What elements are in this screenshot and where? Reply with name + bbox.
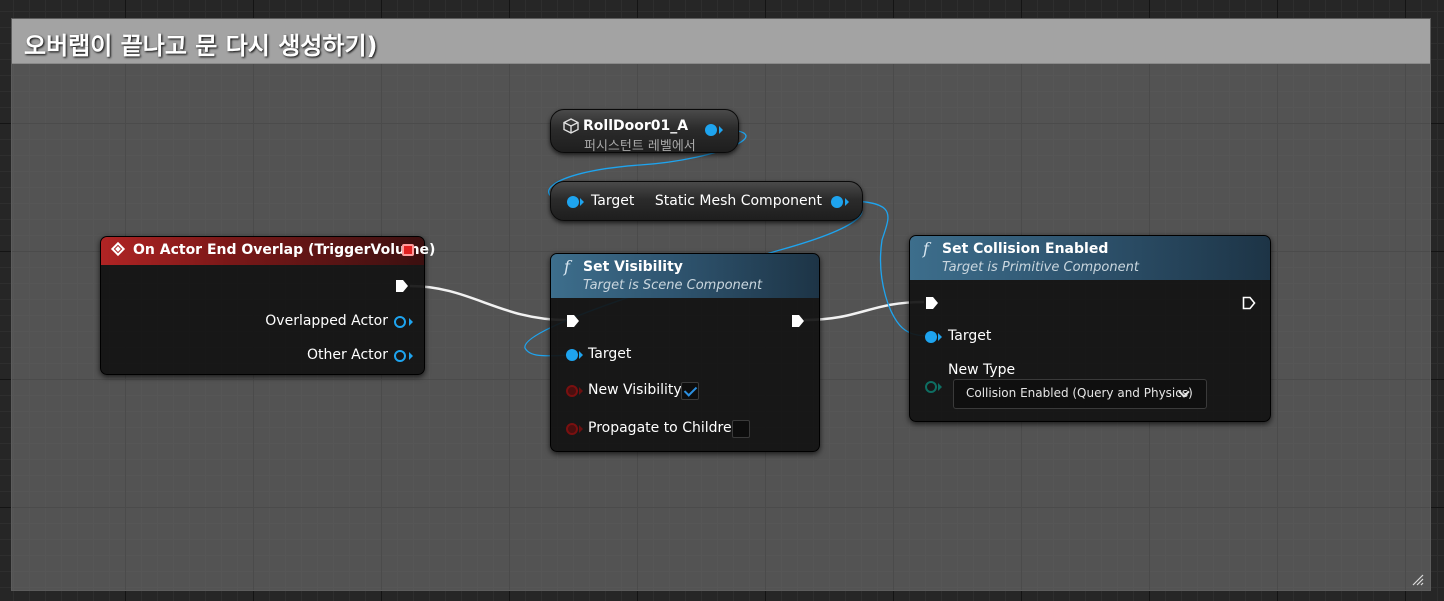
set-collision-enabled-node[interactable]: f Set Collision Enabled Target is Primit… [909, 235, 1271, 422]
new-visibility-checkbox[interactable] [681, 382, 699, 400]
propagate-to-children-pin[interactable] [566, 423, 578, 435]
new-type-dropdown-value: Collision Enabled (Query and Physics) [966, 386, 1193, 400]
set-visibility-subtitle: Target is Scene Component [583, 278, 763, 293]
pin-label: Propagate to Children [588, 420, 741, 436]
overlapped-actor-pin[interactable] [394, 316, 406, 328]
pin-arrow-icon [579, 351, 583, 359]
pin-arrow-icon [579, 425, 583, 433]
delegate-pin-icon[interactable] [402, 244, 414, 256]
exec-output-pin[interactable] [1242, 296, 1256, 310]
get-component-target-label: Target [591, 193, 635, 209]
event-node-title: On Actor End Overlap (TriggerVolume) [133, 242, 436, 258]
propagate-to-children-checkbox[interactable] [732, 420, 750, 438]
actor-reference-title: RollDoor01_A [583, 118, 689, 134]
set-visibility-title: Set Visibility [583, 259, 683, 275]
resize-grip-icon[interactable] [1412, 574, 1424, 586]
new-type-dropdown[interactable]: Collision Enabled (Query and Physics) [953, 379, 1207, 409]
cube-icon [563, 118, 579, 134]
set-collision-header[interactable]: f Set Collision Enabled Target is Primit… [910, 236, 1270, 280]
new-type-pin[interactable] [925, 381, 937, 393]
exec-input-pin[interactable] [566, 314, 580, 328]
pin-row-propagate: Propagate to Children [551, 418, 821, 440]
pin-label: Target [948, 328, 992, 344]
exec-output-pin[interactable] [395, 279, 409, 293]
pin-arrow-icon [845, 198, 849, 206]
pin-label: New Type [948, 362, 1016, 378]
target-pin[interactable] [566, 349, 578, 361]
exec-input-pin[interactable] [925, 296, 939, 310]
pin-arrow-icon [580, 198, 584, 206]
set-visibility-header[interactable]: f Set Visibility Target is Scene Compone… [551, 254, 819, 298]
get-component-output-label: Static Mesh Component [654, 193, 822, 209]
target-pin[interactable] [925, 331, 937, 343]
graph-canvas[interactable]: 오버랩이 끝나고 문 다시 생성하기) On Actor End Overlap… [0, 0, 1444, 601]
pin-label: Overlapped Actor [265, 313, 388, 329]
actor-reference-node[interactable]: RollDoor01_A 퍼시스턴트 레벨에서 [550, 109, 739, 154]
pin-arrow-icon [938, 383, 942, 391]
pin-arrow-icon [579, 387, 583, 395]
pin-arrow-icon [409, 318, 413, 326]
function-icon: f [923, 239, 929, 258]
set-collision-title: Set Collision Enabled [942, 241, 1109, 257]
function-icon: f [564, 257, 570, 276]
pin-label: Other Actor [306, 347, 388, 363]
set-visibility-node[interactable]: f Set Visibility Target is Scene Compone… [550, 253, 820, 452]
comment-header[interactable]: 오버랩이 끝나고 문 다시 생성하기) [12, 19, 1430, 64]
checkmark-icon [683, 383, 698, 397]
static-mesh-output-pin[interactable] [831, 196, 843, 208]
pin-row-other-actor: Other Actor [101, 345, 426, 367]
pin-row-overlapped-actor: Overlapped Actor [101, 311, 426, 333]
set-collision-subtitle: Target is Primitive Component [942, 260, 1139, 275]
pin-row-target: Target [910, 326, 1272, 348]
pin-arrow-icon [409, 352, 413, 360]
get-static-mesh-component-node[interactable]: Target Static Mesh Component [550, 181, 863, 221]
exec-output-pin[interactable] [791, 314, 805, 328]
event-node-header[interactable]: On Actor End Overlap (TriggerVolume) [101, 237, 435, 265]
get-component-target-pin[interactable] [567, 196, 579, 208]
pin-arrow-icon [938, 333, 942, 341]
pin-label: Target [588, 346, 632, 362]
pin-row-target: Target [551, 344, 821, 366]
pin-arrow-icon [719, 126, 723, 134]
new-visibility-pin[interactable] [566, 385, 578, 397]
actor-reference-subtitle: 퍼시스턴트 레벨에서 [584, 139, 696, 154]
actor-output-pin[interactable] [705, 124, 717, 136]
other-actor-pin[interactable] [394, 350, 406, 362]
pin-row-new-visibility: New Visibility [551, 380, 821, 402]
comment-title[interactable]: 오버랩이 끝나고 문 다시 생성하기) [24, 26, 378, 61]
event-icon [110, 241, 126, 257]
event-node-actor-end-overlap[interactable]: On Actor End Overlap (TriggerVolume) Ove… [100, 236, 435, 375]
pin-label: New Visibility [588, 382, 682, 398]
